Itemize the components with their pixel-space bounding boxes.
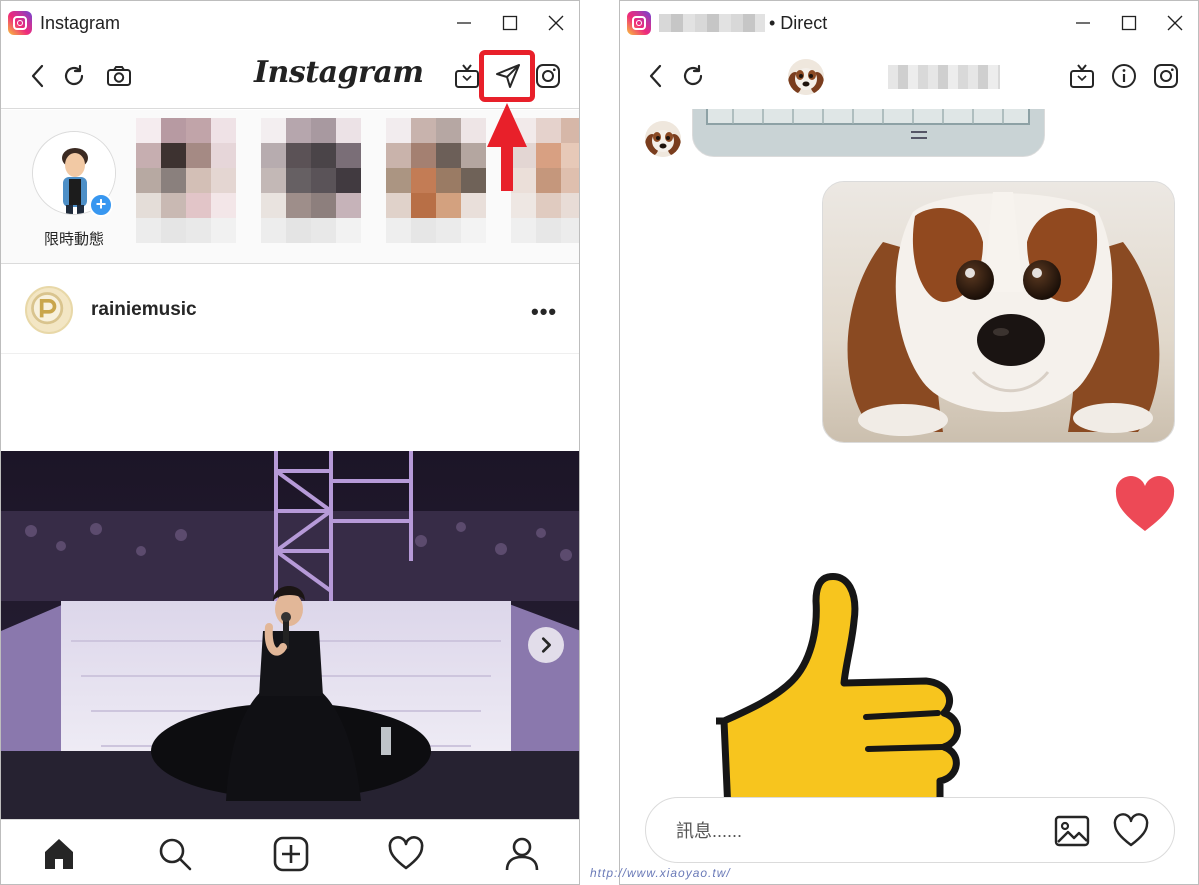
- dog-avatar-image: [788, 59, 824, 95]
- send-image-button[interactable]: [1052, 811, 1092, 851]
- instagram-logo: Instagram: [254, 55, 424, 90]
- instagram-app-icon: [8, 11, 32, 35]
- instagram-glyph-icon: [1154, 64, 1178, 88]
- conversation-info-button[interactable]: [1109, 61, 1139, 91]
- heart-outline-icon: [388, 836, 424, 870]
- maximize-button[interactable]: [487, 1, 533, 45]
- camera-icon: [107, 66, 131, 86]
- add-post-icon: [273, 836, 309, 872]
- minimize-button[interactable]: [441, 1, 487, 45]
- bottom-tab-bar: [1, 819, 579, 884]
- post-author-avatar[interactable]: [25, 286, 73, 334]
- image-icon: [1054, 815, 1090, 847]
- message-composer: [645, 797, 1175, 863]
- story-thumbnail-blurred[interactable]: [386, 118, 486, 243]
- blurred-username: [659, 14, 765, 32]
- received-image-message[interactable]: [692, 109, 1045, 157]
- back-button[interactable]: [23, 61, 53, 91]
- thumbs-up-sticker[interactable]: [716, 571, 968, 799]
- igtv-button[interactable]: [452, 61, 482, 91]
- story-thumbnail-blurred[interactable]: [261, 118, 361, 243]
- site-watermark: http://www.xiaoyao.tw/: [590, 866, 731, 880]
- dog-avatar-image: [645, 121, 681, 157]
- chevron-left-icon: [649, 64, 662, 88]
- maximize-icon: [502, 15, 518, 31]
- minimize-icon: [1076, 22, 1090, 24]
- sender-avatar[interactable]: [645, 121, 681, 157]
- highlight-box-annotation: [479, 50, 535, 102]
- title-bar: Instagram: [1, 1, 579, 45]
- minimize-icon: [457, 22, 471, 24]
- message-thread[interactable]: [620, 109, 1198, 799]
- carousel-next-button[interactable]: [528, 627, 564, 663]
- red-arrow-annotation: [487, 103, 527, 191]
- direct-window: • Direct: [619, 0, 1199, 885]
- window-controls: [1060, 1, 1198, 45]
- instagram-glyph-icon: [536, 64, 560, 88]
- maximize-button[interactable]: [1106, 1, 1152, 45]
- igtv-icon: [1070, 64, 1094, 88]
- sent-image-message[interactable]: [822, 181, 1175, 443]
- instagram-glyph-button[interactable]: [1151, 61, 1181, 91]
- refresh-button[interactable]: [678, 61, 708, 91]
- post-username[interactable]: rainiemusic: [91, 299, 197, 321]
- more-options-icon[interactable]: •••: [531, 299, 557, 325]
- post-photo[interactable]: [1, 451, 579, 819]
- igtv-button[interactable]: [1067, 61, 1097, 91]
- igtv-icon: [455, 64, 479, 88]
- close-icon: [1167, 15, 1183, 31]
- send-like-button[interactable]: [1111, 811, 1151, 851]
- add-story-plus-icon[interactable]: +: [89, 193, 113, 217]
- refresh-button[interactable]: [59, 61, 89, 91]
- tab-activity[interactable]: [386, 834, 426, 874]
- tab-new-post[interactable]: [271, 834, 311, 874]
- close-icon: [548, 15, 564, 31]
- minimize-button[interactable]: [1060, 1, 1106, 45]
- tab-home[interactable]: [39, 834, 79, 874]
- refresh-icon: [683, 64, 703, 86]
- maximize-icon: [1121, 15, 1137, 31]
- chevron-right-icon: [541, 637, 551, 653]
- close-button[interactable]: [533, 1, 579, 45]
- profile-icon: [505, 837, 539, 871]
- instagram-window: Instagram Instagram + 限時動態 rainiemusic •…: [0, 0, 580, 885]
- home-icon: [45, 839, 73, 869]
- whiteboard-photo: [693, 109, 1044, 156]
- avatar-logo: [31, 292, 64, 325]
- conversation-avatar[interactable]: [788, 59, 824, 95]
- window-title: • Direct: [769, 12, 828, 33]
- chevron-left-icon: [31, 64, 44, 88]
- back-button[interactable]: [641, 61, 671, 91]
- my-story-label: 限時動態: [43, 231, 104, 248]
- info-icon: [1112, 64, 1136, 88]
- window-title: Instagram: [40, 12, 121, 33]
- tab-search[interactable]: [155, 834, 195, 874]
- message-input[interactable]: [676, 818, 1016, 844]
- refresh-icon: [64, 64, 84, 86]
- post-header: rainiemusic •••: [1, 265, 579, 354]
- search-icon: [159, 838, 192, 871]
- title-bar: • Direct: [620, 1, 1198, 45]
- like-heart-message[interactable]: [1114, 475, 1176, 533]
- blurred-contact-name: [888, 65, 1000, 89]
- story-thumbnail-blurred[interactable]: [136, 118, 236, 243]
- instagram-glyph-button[interactable]: [533, 61, 563, 91]
- tab-profile[interactable]: [502, 834, 542, 874]
- instagram-app-icon: [627, 11, 651, 35]
- concert-photo: [1, 451, 579, 819]
- puppy-photo: [823, 182, 1174, 442]
- window-controls: [441, 1, 579, 45]
- heart-icon: [1113, 813, 1149, 847]
- camera-button[interactable]: [104, 61, 134, 91]
- close-button[interactable]: [1152, 1, 1198, 45]
